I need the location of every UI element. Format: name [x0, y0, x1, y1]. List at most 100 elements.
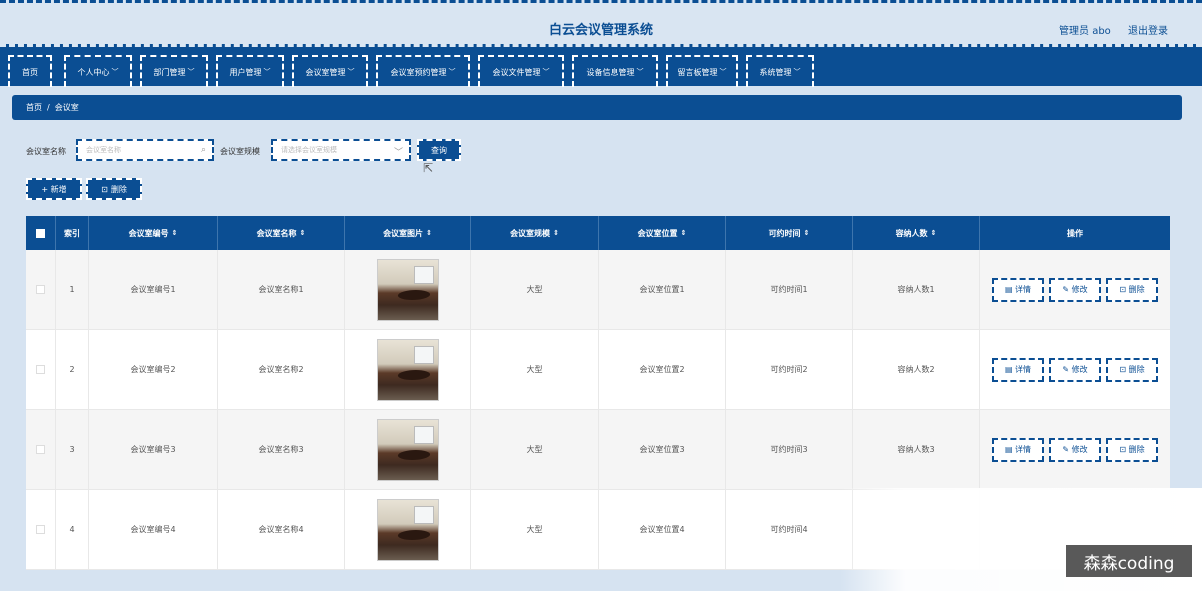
current-user: 管理员 abo: [1059, 26, 1111, 37]
sort-icon: ⇕: [553, 229, 559, 237]
watermark: 森森coding: [1066, 545, 1192, 577]
document-icon: ▤: [1004, 445, 1013, 454]
add-button[interactable]: + 新增: [26, 178, 82, 200]
app-title: 白云会议管理系统: [548, 23, 653, 38]
chevron-down-icon: ﹀: [187, 68, 195, 76]
room-scale-select[interactable]: 请选择会议室规模 ﹀: [271, 139, 411, 161]
cell-index: 1: [56, 250, 89, 330]
cell-scale: 大型: [471, 490, 599, 570]
room-name-label: 会议室名称: [26, 147, 66, 156]
col-index: 索引: [56, 216, 89, 250]
nav-devices[interactable]: 设备信息管理 ﹀: [572, 55, 658, 87]
select-all-checkbox[interactable]: [26, 216, 56, 250]
col-number[interactable]: 会议室编号 ⇕: [89, 216, 218, 250]
table-row: 3 会议室编号3 会议室名称3 大型 会议室位置3 可约时间3 容纳人数3 ▤ …: [26, 410, 1170, 490]
row-checkbox[interactable]: [26, 250, 56, 330]
edit-button[interactable]: ✎ 修改: [1049, 437, 1101, 462]
sort-icon: ⇕: [680, 229, 687, 237]
cell-ops: ▤ 详情 ✎ 修改 ⊡ 删除: [980, 410, 1170, 490]
delete-button[interactable]: ⊡ 删除: [1106, 357, 1158, 382]
detail-button[interactable]: ▤ 详情: [992, 357, 1044, 382]
trash-icon: ⊡: [101, 184, 108, 194]
room-scale-label: 会议室规模: [220, 147, 260, 156]
row-checkbox[interactable]: [26, 410, 56, 490]
cell-ops: ▤ 详情 ✎ 修改 ⊡ 删除: [980, 250, 1170, 330]
room-name-input[interactable]: 会议室名称 ⌕: [76, 139, 214, 161]
col-capacity[interactable]: 容纳人数 ⇕: [853, 216, 980, 250]
col-photo[interactable]: 会议室图片 ⇕: [345, 216, 471, 250]
chevron-down-icon: ﹀: [263, 68, 271, 76]
cell-time: 可约时间3: [726, 410, 853, 490]
room-photo[interactable]: [376, 498, 439, 561]
cell-time: 可约时间2: [726, 330, 853, 410]
nav-room[interactable]: 会议室管理 ﹀: [292, 55, 368, 87]
cell-name: 会议室名称1: [218, 250, 345, 330]
cell-index: 2: [56, 330, 89, 410]
document-icon: ▤: [1004, 285, 1013, 294]
row-checkbox[interactable]: [26, 330, 56, 410]
mouse-cursor-icon: ⇱: [423, 161, 434, 175]
cell-photo: [345, 250, 471, 330]
batch-delete-button[interactable]: ⊡ 删除: [86, 178, 142, 200]
breadcrumb-current: 会议室: [54, 103, 79, 112]
row-checkbox[interactable]: [26, 490, 56, 570]
room-photo[interactable]: [376, 418, 439, 481]
col-location[interactable]: 会议室位置 ⇕: [599, 216, 726, 250]
trash-icon: ⊡: [1119, 365, 1127, 374]
room-photo[interactable]: [376, 338, 439, 401]
pencil-icon: ✎: [1062, 365, 1070, 374]
col-time[interactable]: 可约时间 ⇕: [726, 216, 853, 250]
cell-scale: 大型: [471, 330, 599, 410]
cell-time: 可约时间4: [726, 490, 853, 570]
nav-profile[interactable]: 个人中心 ﹀: [64, 55, 132, 87]
table-row: 2 会议室编号2 会议室名称2 大型 会议室位置2 可约时间2 容纳人数2 ▤ …: [26, 330, 1170, 410]
nav-users[interactable]: 用户管理 ﹀: [216, 55, 284, 87]
sort-icon: ⇕: [171, 229, 178, 237]
cell-name: 会议室名称2: [218, 330, 345, 410]
chevron-down-icon: ﹀: [793, 68, 801, 76]
detail-button[interactable]: ▤ 详情: [992, 277, 1044, 302]
cell-location: 会议室位置4: [599, 490, 726, 570]
detail-button[interactable]: ▤ 详情: [992, 437, 1044, 462]
cell-scale: 大型: [471, 410, 599, 490]
chevron-down-icon: ﹀: [448, 68, 456, 76]
delete-button[interactable]: ⊡ 删除: [1106, 437, 1158, 462]
cell-ops: ▤ 详情 ✎ 修改 ⊡ 删除: [980, 330, 1170, 410]
cell-name: 会议室名称3: [218, 410, 345, 490]
table-header: 索引 会议室编号 ⇕ 会议室名称 ⇕ 会议室图片 ⇕ 会议室规模 ⇕ 会议室位置 ⇕ 可约…: [26, 216, 1170, 250]
document-icon: ▤: [1004, 365, 1013, 374]
nav-booking[interactable]: 会议室预约管理 ﹀: [376, 55, 470, 87]
query-button[interactable]: 查询: [417, 139, 461, 161]
cell-location: 会议室位置2: [599, 330, 726, 410]
col-scale[interactable]: 会议室规模 ⇕: [471, 216, 599, 250]
cell-capacity: 容纳人数1: [853, 250, 980, 330]
nav-home[interactable]: 首页: [8, 55, 52, 87]
cell-name: 会议室名称4: [218, 490, 345, 570]
logout-link[interactable]: 退出登录: [1128, 26, 1168, 37]
top-header: 白云会议管理系统 管理员 abo 退出登录: [0, 0, 1202, 50]
breadcrumb-separator: /: [47, 103, 50, 112]
search-icon: ⌕: [200, 145, 206, 155]
cell-number: 会议室编号1: [89, 250, 218, 330]
edit-button[interactable]: ✎ 修改: [1049, 277, 1101, 302]
chevron-down-icon: ﹀: [111, 68, 119, 76]
sort-icon: ⇕: [803, 229, 810, 237]
trash-icon: ⊡: [1119, 285, 1127, 294]
delete-button[interactable]: ⊡ 删除: [1106, 277, 1158, 302]
breadcrumb: 首页 / 会议室: [12, 95, 1182, 120]
pencil-icon: ✎: [1062, 285, 1070, 294]
nav-department[interactable]: 部门管理 ﹀: [140, 55, 208, 87]
breadcrumb-home[interactable]: 首页: [26, 102, 42, 113]
chevron-down-icon: ﹀: [393, 148, 403, 158]
nav-messages[interactable]: 留言板管理 ﹀: [666, 55, 738, 87]
cell-location: 会议室位置3: [599, 410, 726, 490]
nav-system[interactable]: 系统管理 ﹀: [746, 55, 814, 87]
room-photo[interactable]: [376, 258, 439, 321]
cell-scale: 大型: [471, 250, 599, 330]
nav-files[interactable]: 会议文件管理 ﹀: [478, 55, 564, 87]
edit-button[interactable]: ✎ 修改: [1049, 357, 1101, 382]
cell-index: 4: [56, 490, 89, 570]
main-nav: 首页 个人中心 ﹀ 部门管理 ﹀ 用户管理 ﹀ 会议室管理 ﹀ 会议室预约管理 ﹀ 会议文…: [0, 44, 1202, 87]
trash-icon: ⊡: [1119, 445, 1127, 454]
col-name[interactable]: 会议室名称 ⇕: [218, 216, 345, 250]
